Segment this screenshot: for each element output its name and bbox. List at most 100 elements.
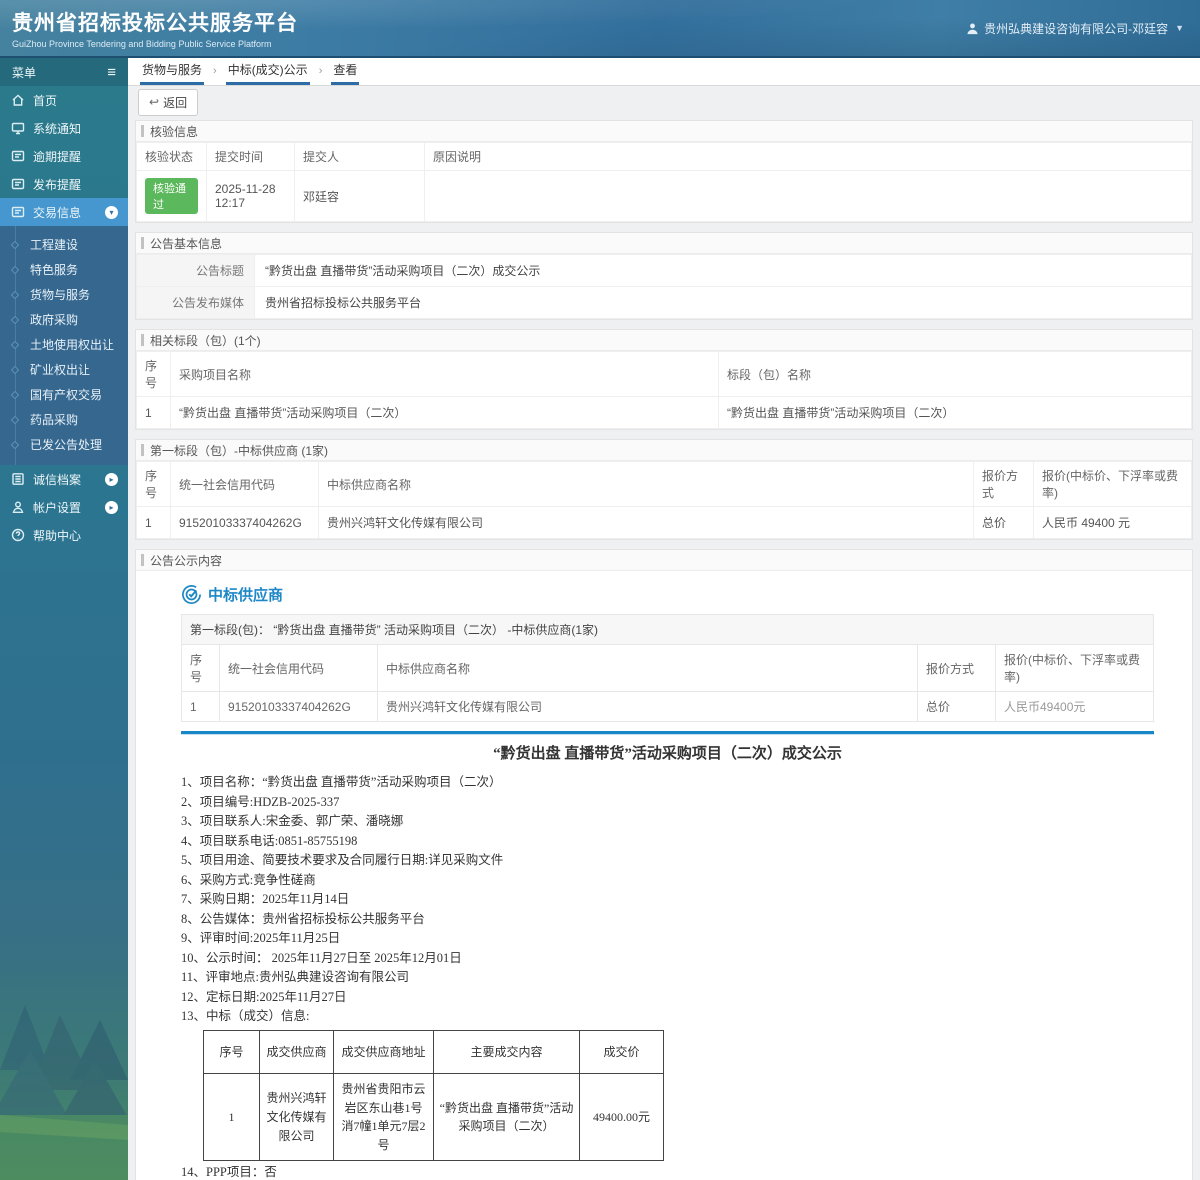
- related-sections-section: 相关标段（包）(1个) 序号 采购项目名称 标段（包）名称 1 “黔货出盘 直播…: [135, 329, 1193, 430]
- submenu-item-special-services[interactable]: 特色服务: [0, 257, 128, 282]
- field-label: 公告标题: [136, 254, 255, 287]
- hamburger-icon[interactable]: ≡: [107, 65, 116, 80]
- publish-media-value: 贵州省招标投标公共服务平台: [254, 286, 1192, 319]
- column-header: 提交时间: [206, 142, 295, 171]
- index-cell: 1: [203, 1073, 260, 1162]
- submenu-label: 矿业权出让: [30, 363, 91, 377]
- sidebar-item-overdue-reminder[interactable]: 逾期提醒: [0, 142, 128, 170]
- related-sections-table: 序号 采购项目名称 标段（包）名称 1 “黔货出盘 直播带货”活动采购项目（二次…: [136, 351, 1192, 429]
- brand: 贵州省招标投标公共服务平台 GuiZhou Province Tendering…: [12, 7, 298, 49]
- column-header: 成交价: [579, 1029, 664, 1075]
- submenu-item-goods-services[interactable]: 货物与服务: [0, 282, 128, 307]
- supplier-table-caption: 第一标段(包)： “黔货出盘 直播带货” 活动采购项目（二次） -中标供应商(1…: [181, 614, 1154, 645]
- notice-content-header: 公告公示内容: [136, 550, 1192, 571]
- top-header: 贵州省招标投标公共服务平台 GuiZhou Province Tendering…: [0, 0, 1200, 58]
- column-header: 序号: [136, 351, 171, 397]
- column-header: 报价方式: [973, 461, 1034, 507]
- sidebar-item-label: 发布提醒: [33, 177, 82, 192]
- quote-type-cell: 总价: [973, 506, 1034, 539]
- question-circle-icon: [10, 528, 25, 543]
- doc-line-publicity-time: 10、公示时间： 2025年11月27日至 2025年12月01日: [181, 950, 462, 965]
- blue-divider: [181, 731, 1154, 734]
- sidebar-item-publish-reminder[interactable]: 发布提醒: [0, 170, 128, 198]
- breadcrumb-view[interactable]: 查看: [331, 57, 360, 85]
- breadcrumb: 货物与服务 › 中标(成交)公示 › 查看: [128, 58, 1200, 86]
- verify-table: 核验状态 提交时间 提交人 原因说明 核验通过 2025-11-28 12:17…: [136, 142, 1192, 222]
- breadcrumb-goods-services[interactable]: 货物与服务: [140, 57, 205, 85]
- notice-content-section: 公告公示内容 中标供应商 第一标段(包)： “黔货出盘 直播带货” 活动采购项目…: [135, 549, 1193, 1180]
- doc-line-review-place: 11、评审地点:贵州弘典建设咨询有限公司: [181, 970, 410, 984]
- submenu-bullet-icon: [10, 315, 20, 324]
- doc-line-usage: 5、项目用途、简要技术要求及合同履行日期:详见采购文件: [181, 853, 504, 867]
- section-bar-icon: [141, 444, 144, 456]
- doc-line-project-name: 1、项目名称：“黔货出盘 直播带货”活动采购项目（二次）: [181, 775, 502, 789]
- folder-icon: [10, 149, 25, 164]
- sidebar-item-label: 帮助中心: [33, 528, 82, 543]
- submenu-item-land-use[interactable]: 土地使用权出让: [0, 332, 128, 357]
- column-header: 统一社会信用代码: [170, 461, 319, 507]
- submenu-label: 土地使用权出让: [30, 338, 115, 352]
- breadcrumb-separator-icon: ›: [213, 65, 217, 77]
- sidebar-mountains-decoration: [0, 1005, 128, 1180]
- quote-type-cell: 总价: [917, 691, 996, 722]
- page-content: 核验信息 核验状态 提交时间 提交人 原因说明 核验通过 2025-11-28 …: [128, 118, 1200, 1180]
- sidebar-item-help-center[interactable]: 帮助中心: [0, 521, 128, 549]
- sidebar: 菜单 ≡ 首页 系统通知 逾期提醒 发布提醒 交易信息 ▾ 工程建设 特色服务 …: [0, 58, 128, 1180]
- table-row: 1 贵州兴鸿轩文化传媒有限公司 贵州省贵阳市云岩区东山巷1号消7幢1单元7层2号…: [203, 1073, 664, 1162]
- section-title: 核验信息: [150, 124, 199, 139]
- doc-line-award-info: 13、中标（成交）信息:: [181, 1009, 310, 1023]
- back-button-label: 返回: [163, 95, 188, 110]
- verify-section: 核验信息 核验状态 提交时间 提交人 原因说明 核验通过 2025-11-28 …: [135, 120, 1193, 223]
- section-bar-icon: [141, 125, 144, 137]
- submenu-item-drug-procurement[interactable]: 药品采购: [0, 407, 128, 432]
- doc-line-project-no: 2、项目编号:HDZB-2025-337: [181, 794, 340, 809]
- back-button[interactable]: ↩ 返回: [138, 88, 199, 116]
- submenu-item-gov-procurement[interactable]: 政府采购: [0, 307, 128, 332]
- doc-line-award-date: 12、定标日期:2025年11月27日: [181, 989, 347, 1004]
- section-bar-icon: [141, 554, 144, 566]
- breadcrumb-separator-icon: ›: [318, 65, 323, 77]
- submenu-item-engineering[interactable]: 工程建设: [0, 232, 128, 257]
- winner-supplier-heading-label: 中标供应商: [208, 587, 284, 604]
- table-row: 核验通过 2025-11-28 12:17 邓廷容: [136, 170, 1192, 222]
- supplier-cell: 贵州兴鸿轩文化传媒有限公司: [259, 1073, 334, 1162]
- sidebar-menu-header: 菜单 ≡: [0, 58, 128, 86]
- submenu-label: 国有产权交易: [30, 388, 103, 402]
- column-header: 采购项目名称: [170, 351, 719, 397]
- notice-supplier-table: 第一标段(包)： “黔货出盘 直播带货” 活动采购项目（二次） -中标供应商(1…: [181, 614, 1154, 722]
- supplier-name-cell: 贵州兴鸿轩文化传媒有限公司: [318, 506, 974, 539]
- sidebar-nav: 首页 系统通知 逾期提醒 发布提醒 交易信息 ▾ 工程建设 特色服务 货物与服务…: [0, 86, 128, 549]
- sidebar-item-home[interactable]: 首页: [0, 86, 128, 114]
- doc-line-method: 6、采购方式:竞争性磋商: [181, 872, 316, 887]
- submenu-item-published-notices[interactable]: 已发公告处理: [0, 432, 128, 457]
- back-hand-icon: ↩: [149, 95, 160, 109]
- target-check-icon: [182, 585, 201, 604]
- trade-submenu: 工程建设 特色服务 货物与服务 政府采购 土地使用权出让 矿业权出让 国有产权交…: [0, 226, 128, 465]
- related-sections-header: 相关标段（包）(1个): [136, 330, 1192, 351]
- user-name: 贵州弘典建设咨询有限公司-邓廷容: [984, 21, 1169, 36]
- supplier-address-cell: 贵州省贵阳市云岩区东山巷1号消7幢1单元7层2号: [333, 1073, 434, 1162]
- submenu-label: 工程建设: [30, 238, 79, 252]
- submenu-item-mining-rights[interactable]: 矿业权出让: [0, 357, 128, 382]
- user-menu[interactable]: 贵州弘典建设咨询有限公司-邓廷容 ▼: [966, 20, 1184, 37]
- column-header: 成交供应商地址: [333, 1029, 434, 1075]
- platform-subtitle: GuiZhou Province Tendering and Bidding P…: [12, 39, 272, 49]
- basic-info-section-header: 公告基本信息: [136, 233, 1192, 254]
- sidebar-item-credit-archive[interactable]: 诚信档案 ▸: [0, 465, 128, 493]
- table-row: 公告发布媒体 贵州省招标投标公共服务平台: [136, 286, 1192, 319]
- column-header: 统一社会信用代码: [219, 644, 378, 692]
- section-bar-icon: [141, 334, 144, 346]
- doc-line-purchase-date: 7、采购日期：2025年11月14日: [181, 892, 350, 906]
- quote-value-cell: 人民币 49400 元: [1033, 506, 1192, 539]
- breadcrumb-award-notice[interactable]: 中标(成交)公示: [225, 57, 310, 85]
- table-row: 公告标题 “黔货出盘 直播带货”活动采购项目（二次）成交公示: [136, 254, 1192, 287]
- submenu-label: 药品采购: [30, 413, 79, 427]
- column-header: 序号: [136, 461, 171, 507]
- submenu-item-state-property[interactable]: 国有产权交易: [0, 382, 128, 407]
- section-bar-icon: [141, 237, 144, 249]
- platform-title: 贵州省招标投标公共服务平台: [12, 12, 298, 35]
- sidebar-item-trade-info[interactable]: 交易信息 ▾: [0, 198, 128, 226]
- sidebar-item-system-notice[interactable]: 系统通知: [0, 114, 128, 142]
- sidebar-item-account-settings[interactable]: 帐户设置 ▸: [0, 493, 128, 521]
- submit-time-cell: 2025-11-28 12:17: [206, 170, 295, 222]
